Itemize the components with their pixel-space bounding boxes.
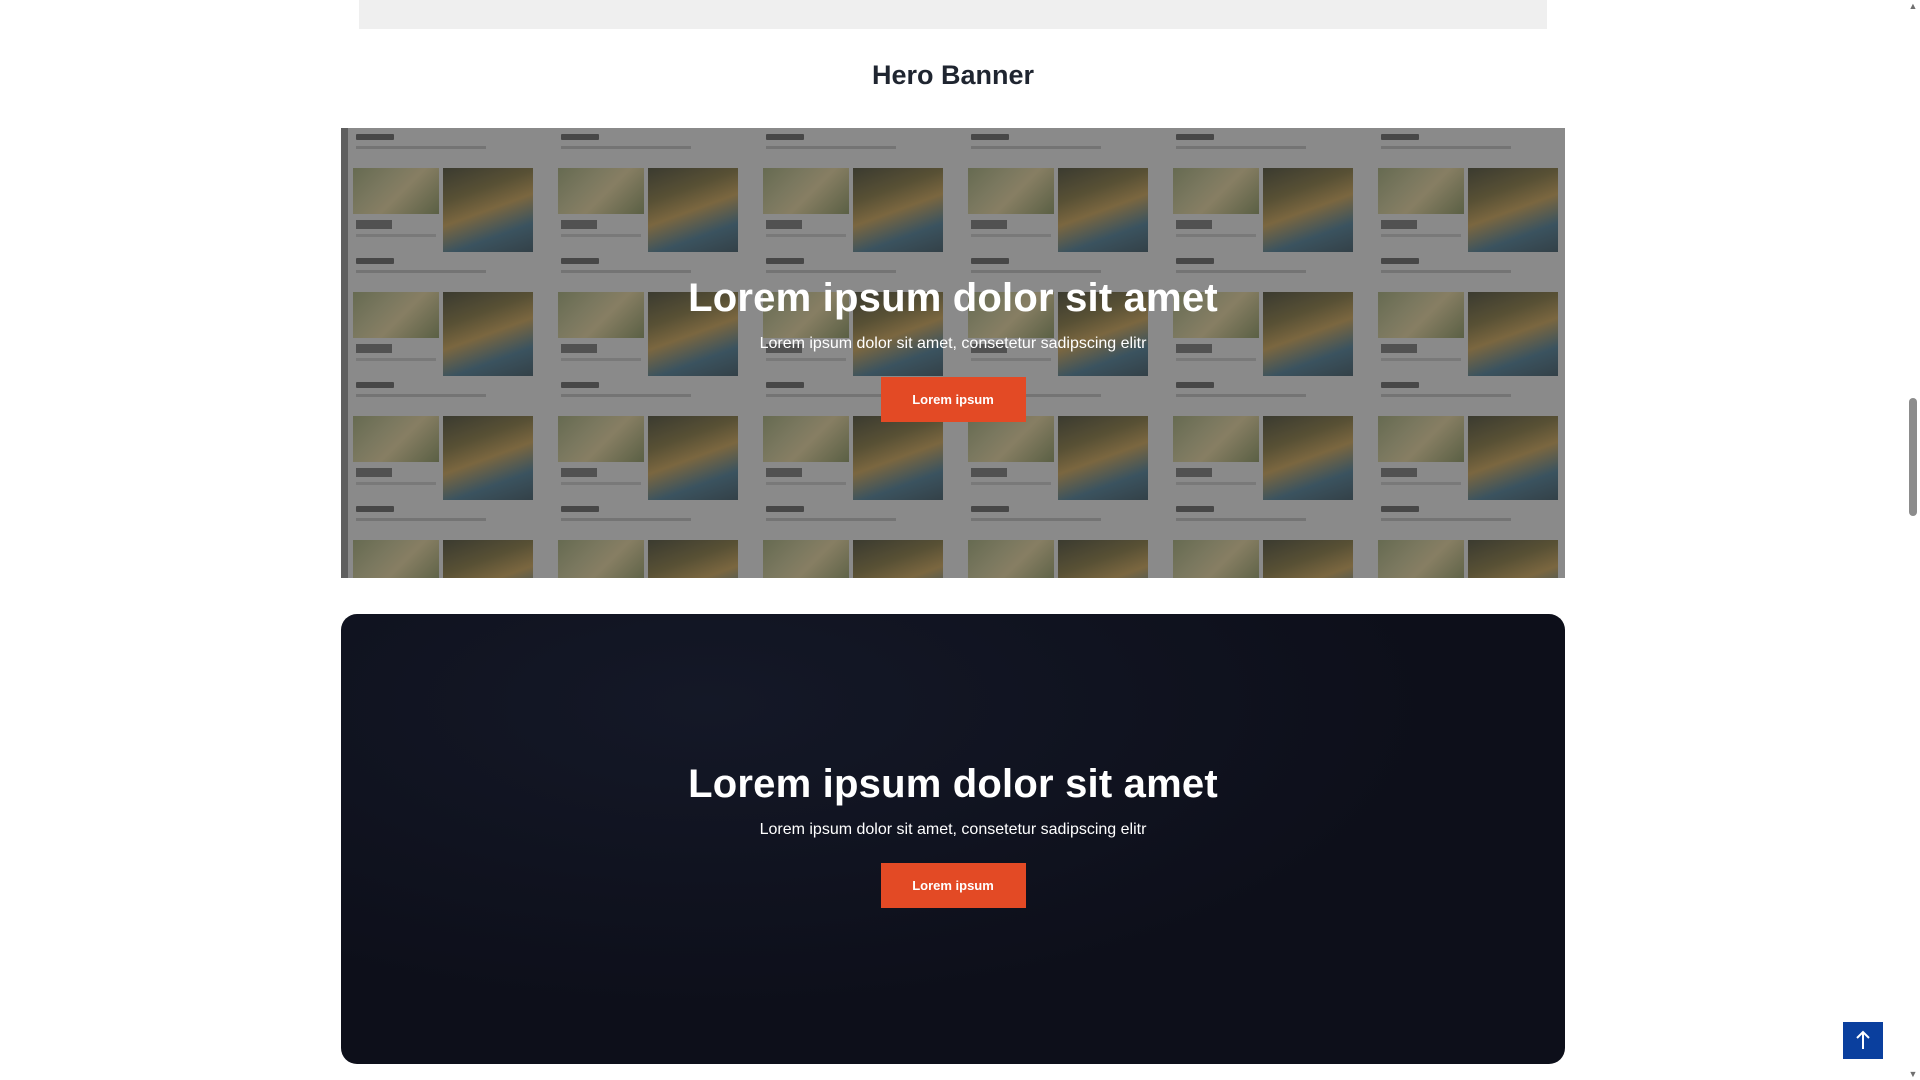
hero-dark-banner-button[interactable]: Lorem ipsum bbox=[880, 863, 1026, 908]
previous-section-strip bbox=[359, 0, 1547, 29]
scroll-up-icon[interactable]: ▲ bbox=[1908, 1, 1918, 11]
hero-image-banner-content: Lorem ipsum dolor sit amet Lorem ipsum d… bbox=[341, 276, 1565, 422]
hero-image-banner-button[interactable]: Lorem ipsum bbox=[880, 377, 1026, 422]
section-title: Hero Banner bbox=[871, 60, 1035, 90]
hero-image-banner-subheading: Lorem ipsum dolor sit amet, consetetur s… bbox=[759, 335, 1147, 352]
hero-image-banner-heading: Lorem ipsum dolor sit amet bbox=[688, 276, 1218, 320]
back-to-top-button[interactable] bbox=[1843, 1022, 1883, 1059]
hero-image-banner: Lorem ipsum dolor sit amet Lorem ipsum d… bbox=[341, 128, 1565, 578]
page-scrollbar[interactable]: ▲ ▼ bbox=[1906, 0, 1920, 1080]
hero-dark-banner: Lorem ipsum dolor sit amet Lorem ipsum d… bbox=[341, 614, 1565, 1064]
hero-dark-banner-content: Lorem ipsum dolor sit amet Lorem ipsum d… bbox=[341, 762, 1565, 908]
hero-dark-banner-heading: Lorem ipsum dolor sit amet bbox=[688, 762, 1218, 806]
arrow-up-icon bbox=[1856, 1030, 1870, 1049]
scroll-down-icon[interactable]: ▼ bbox=[1908, 1069, 1918, 1079]
page: Hero Banner Lorem ipsum dolor sit amet L… bbox=[0, 0, 1920, 1080]
scrollbar-thumb[interactable] bbox=[1909, 398, 1917, 516]
hero-dark-banner-subheading: Lorem ipsum dolor sit amet, consetetur s… bbox=[759, 821, 1147, 838]
